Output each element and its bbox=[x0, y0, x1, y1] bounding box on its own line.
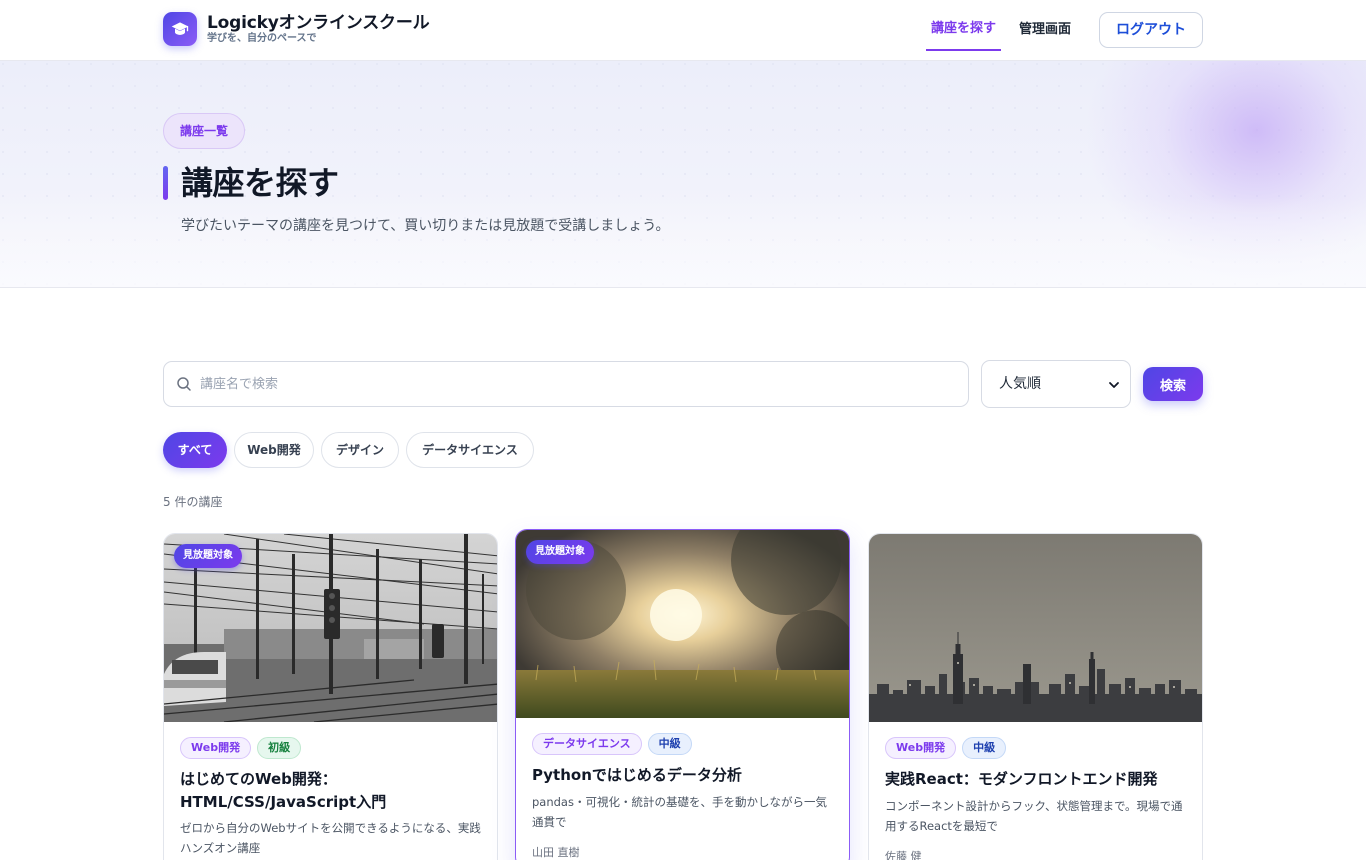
filter-chip-data-science[interactable]: データサイエンス bbox=[406, 432, 534, 468]
search-button[interactable]: 検索 bbox=[1143, 367, 1203, 401]
course-thumbnail: 見放題対象 bbox=[516, 530, 849, 718]
course-card[interactable]: 見放題対象 データサイエンス 中級 Pythonではじめるデータ分析 panda… bbox=[515, 529, 850, 860]
sort-selected-value: 人気順 bbox=[999, 376, 1041, 392]
search-input[interactable] bbox=[200, 363, 960, 405]
site-header: Logickyオンラインスクール 学びを、自分のペースで 講座を探す 管理画面 … bbox=[0, 0, 1366, 61]
filter-chip-web[interactable]: Web開発 bbox=[234, 432, 314, 468]
level-tag: 中級 bbox=[962, 737, 1007, 759]
course-card[interactable]: Web開発 中級 実践React：モダンフロントエンド開発 コンポーネント設計か… bbox=[868, 533, 1203, 860]
category-tag: Web開発 bbox=[885, 737, 957, 759]
brand[interactable]: Logickyオンラインスクール 学びを、自分のペースで bbox=[163, 12, 430, 46]
category-tag: Web開発 bbox=[180, 737, 252, 759]
hero-badge: 講座一覧 bbox=[163, 113, 245, 149]
brand-tagline: 学びを、自分のペースで bbox=[207, 33, 317, 44]
logout-button[interactable]: ログアウト bbox=[1099, 12, 1203, 48]
course-card[interactable]: 見放題対象 Web開発 初級 はじめてのWeb開発：HTML/CSS/JavaS… bbox=[163, 533, 498, 860]
search-icon bbox=[177, 377, 191, 391]
unlimited-badge: 見放題対象 bbox=[526, 540, 594, 564]
course-title: Pythonではじめるデータ分析 bbox=[532, 766, 742, 784]
course-description: pandas・可視化・統計の基礎を、手を動かしながら一気通貫で bbox=[532, 795, 827, 829]
brand-name: Logickyオンラインスクール bbox=[207, 13, 430, 33]
page-description: 学びたいテーマの講座を見つけて、買い切りまたは見放題で受講しましょう。 bbox=[181, 218, 670, 234]
sort-select[interactable]: 人気順 bbox=[981, 360, 1131, 408]
chevron-down-icon bbox=[1109, 382, 1119, 388]
course-description: ゼロから自分のWebサイトを公開できるようになる、実践ハンズオン講座 bbox=[180, 821, 481, 855]
filter-chip-design[interactable]: デザイン bbox=[321, 432, 399, 468]
page-title: 講座を探す bbox=[181, 164, 339, 202]
level-tag: 初級 bbox=[257, 737, 302, 759]
category-tag: データサイエンス bbox=[532, 733, 642, 755]
filter-chip-all[interactable]: すべて bbox=[163, 432, 227, 468]
course-thumbnail: 見放題対象 bbox=[164, 534, 497, 722]
search-box[interactable] bbox=[163, 361, 969, 407]
course-author: 佐藤 健 bbox=[885, 850, 922, 860]
title-accent-bar bbox=[163, 166, 168, 200]
unlimited-badge: 見放題対象 bbox=[174, 544, 242, 568]
course-title: はじめてのWeb開発：HTML/CSS/JavaScript入門 bbox=[180, 770, 387, 811]
graduation-cap-icon bbox=[163, 12, 197, 46]
course-description: コンポーネント設計からフック、状態管理まで。現場で通用するReactを最短で bbox=[885, 799, 1183, 833]
level-tag: 中級 bbox=[647, 733, 692, 755]
result-count: 5 件の講座 bbox=[163, 495, 223, 509]
nav-link-admin[interactable]: 管理画面 bbox=[1019, 19, 1071, 41]
nav-link-explore[interactable]: 講座を探す bbox=[926, 19, 1001, 51]
hero-section: 講座一覧 講座を探す 学びたいテーマの講座を見つけて、買い切りまたは見放題で受講… bbox=[0, 61, 1366, 288]
course-author: 山田 直樹 bbox=[532, 846, 580, 859]
course-thumbnail bbox=[869, 534, 1202, 722]
course-title: 実践React：モダンフロントエンド開発 bbox=[885, 770, 1158, 788]
